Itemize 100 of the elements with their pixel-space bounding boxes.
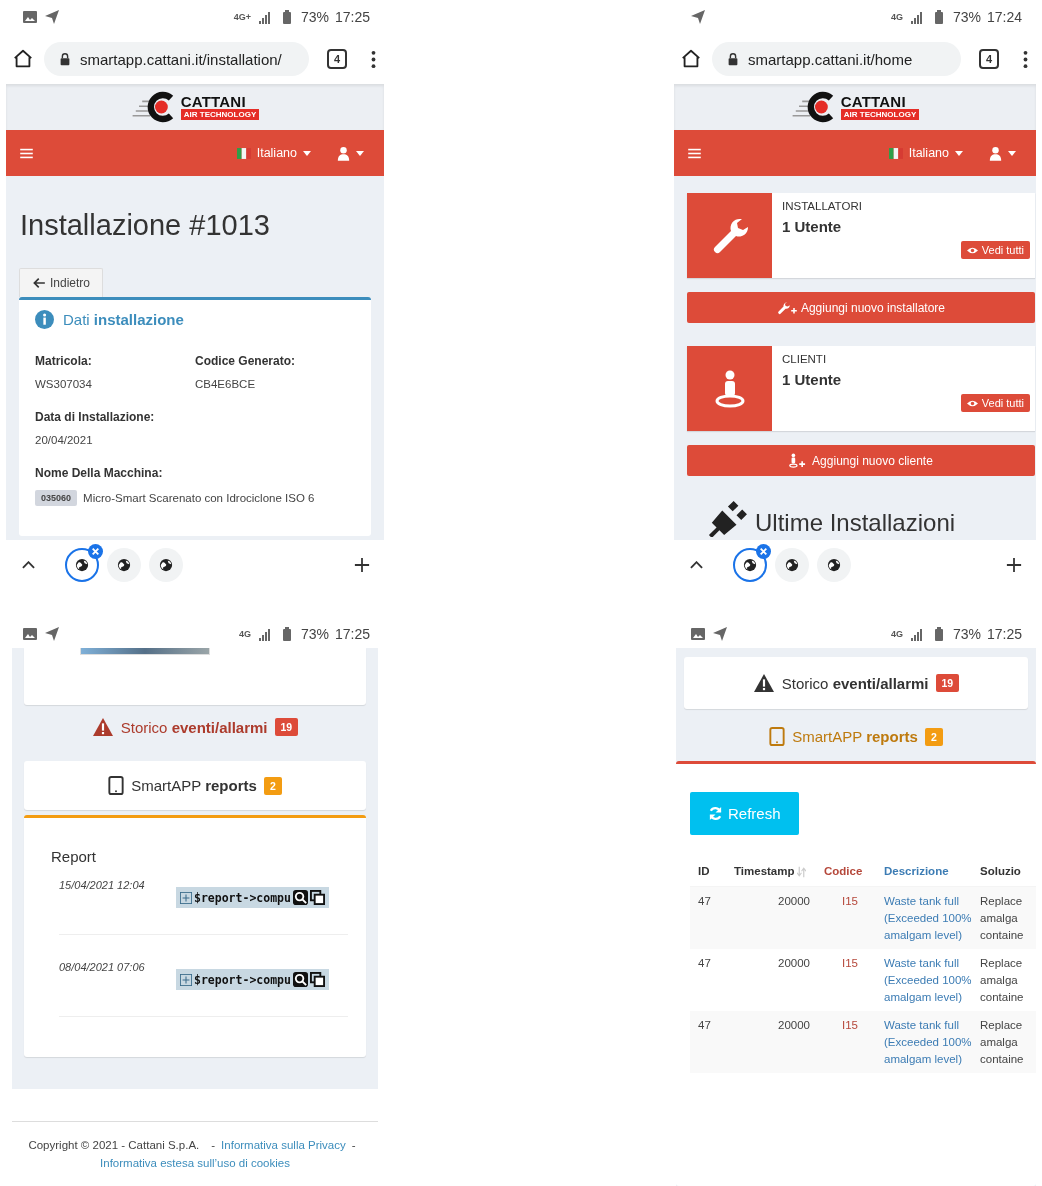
eye-icon: [966, 399, 978, 407]
battery-level: 73%: [300, 626, 329, 642]
paper-plane-icon: [44, 9, 60, 25]
browser-tab[interactable]: [775, 548, 809, 582]
stat-value: 1 Utente: [782, 218, 842, 235]
tab-count-button[interactable]: 4: [327, 49, 347, 69]
network-type: 4G+: [233, 12, 251, 22]
flag-icon: [236, 147, 251, 159]
tab[interactable]: SmartAPP reports 2: [24, 761, 366, 810]
chevron-up-icon[interactable]: [690, 561, 703, 569]
browser-tab[interactable]: [817, 548, 851, 582]
new-tab-icon[interactable]: [354, 557, 370, 573]
caret-icon: [356, 150, 364, 156]
table-cell: 47: [690, 1010, 730, 1073]
language-dropdown[interactable]: Italiano: [228, 142, 319, 164]
copy-icon[interactable]: [309, 890, 325, 905]
code-badge: 035060: [35, 490, 78, 506]
table-cell: Replace amalga containe: [976, 948, 1036, 1011]
column-header[interactable]: Descrizione: [880, 857, 976, 887]
section-title: Ultime Installazioni: [755, 509, 956, 537]
logo-wordmark: CATTANI: [840, 94, 906, 109]
tab[interactable]: Storico eventi/allarmi 19: [684, 657, 1028, 709]
code-text: $report->compu: [194, 890, 291, 905]
copy-icon[interactable]: [309, 972, 325, 987]
address-bar[interactable]: smartapp.cattani.it/home: [712, 42, 961, 76]
chevron-up-icon[interactable]: [22, 561, 35, 569]
language-dropdown[interactable]: Italiano: [880, 142, 971, 164]
network-type: 4G: [890, 12, 903, 22]
count-badge: 2: [924, 727, 943, 746]
field-value: CB4E6BCE: [195, 378, 256, 390]
menu-icon[interactable]: [20, 147, 33, 159]
column-header[interactable]: Timestamp: [730, 857, 820, 887]
battery-level: 73%: [952, 626, 981, 642]
caret-icon: [303, 150, 311, 156]
footer-link[interactable]: Informativa estesa sull’uso di cookies: [100, 1157, 290, 1169]
column-header[interactable]: Codice: [820, 857, 880, 887]
expand-icon[interactable]: [180, 973, 192, 986]
close-icon[interactable]: [756, 544, 771, 559]
column-header[interactable]: ID: [690, 857, 730, 887]
battery-level: 73%: [952, 9, 981, 25]
more-menu-icon[interactable]: [1023, 49, 1028, 69]
lock-icon: [726, 52, 740, 66]
new-tab-icon[interactable]: [1006, 557, 1022, 573]
sort-icon: [796, 865, 806, 878]
tab[interactable]: Storico eventi/allarmi 19: [24, 705, 366, 749]
footer-text: -: [211, 1139, 216, 1151]
footer-text: -: [351, 1139, 356, 1151]
paper-plane-icon: [712, 626, 728, 642]
wrench-plus-icon: [776, 300, 797, 315]
menu-icon[interactable]: [688, 147, 701, 159]
add-button[interactable]: Aggiungi nuovo installatore: [687, 292, 1035, 323]
field-label: Matricola:: [35, 354, 93, 368]
paper-plane-icon: [690, 9, 706, 25]
globe-icon: [827, 558, 841, 572]
lock-icon: [58, 52, 72, 66]
logo-wordmark: CATTANI: [180, 94, 246, 109]
home-icon[interactable]: [12, 48, 34, 70]
tab-label: SmartAPP reports: [792, 728, 918, 745]
more-menu-icon[interactable]: [371, 49, 376, 69]
globe-icon: [743, 558, 757, 572]
signal-icon: [908, 9, 925, 25]
tab-label: Storico eventi/allarmi: [781, 674, 929, 692]
table-cell: 20000: [730, 948, 820, 1011]
table-cell: Replace amalga containe: [976, 886, 1036, 949]
column-header[interactable]: Soluzio: [976, 857, 1036, 887]
expand-icon[interactable]: [180, 891, 192, 904]
clock: 17:25: [334, 626, 370, 642]
footer-link[interactable]: Informativa sulla Privacy: [221, 1139, 346, 1151]
back-button[interactable]: Indietro: [19, 268, 104, 297]
caret-icon: [1008, 150, 1016, 156]
home-icon[interactable]: [680, 48, 702, 70]
battery-level: 73%: [300, 9, 329, 25]
add-button[interactable]: Aggiungi nuovo cliente: [687, 445, 1035, 476]
card-title: Dati installazione: [63, 311, 184, 328]
flag-icon: [888, 147, 903, 159]
search-icon[interactable]: [292, 972, 308, 987]
table-cell: 20000: [730, 1010, 820, 1073]
logo-tagline: AIR TECHNOLOGY: [180, 109, 260, 120]
page-title: Installazione #1013: [20, 209, 270, 242]
clock: 17:25: [986, 626, 1022, 642]
search-icon[interactable]: [292, 890, 308, 905]
panel-title: Report: [51, 848, 98, 865]
view-all-button[interactable]: Vedi tutti: [960, 241, 1030, 259]
signal-icon: [256, 9, 273, 25]
close-icon[interactable]: [88, 544, 103, 559]
tab-count-button[interactable]: 4: [979, 49, 999, 69]
stat-label: CLIENTI: [782, 353, 827, 365]
table-cell: I15: [820, 1010, 880, 1073]
address-bar[interactable]: smartapp.cattani.it/installation/: [44, 42, 309, 76]
network-type: 4G: [238, 629, 251, 639]
browser-tab[interactable]: [149, 548, 183, 582]
view-all-button[interactable]: Vedi tutti: [960, 394, 1030, 412]
table-cell: I15: [820, 886, 880, 949]
table-cell: Waste tank full (Exceeded 100% amalgam level): [880, 886, 976, 949]
tab[interactable]: SmartAPP reports 2: [684, 717, 1028, 756]
stat-label: INSTALLATORI: [782, 200, 862, 212]
refresh-icon: [708, 806, 723, 821]
tab-label: SmartAPP reports: [131, 777, 257, 794]
warning-icon: [752, 673, 775, 693]
browser-tab[interactable]: [107, 548, 141, 582]
